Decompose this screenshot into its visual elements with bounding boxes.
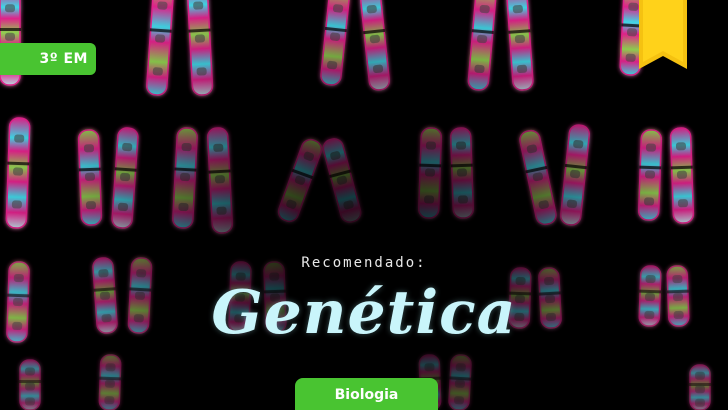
topic-title[interactable]: Genética bbox=[0, 273, 728, 353]
subject-tag[interactable]: Biologia bbox=[295, 378, 438, 410]
chromosome bbox=[506, 0, 534, 91]
lesson-card[interactable]: 3º EM Recomendado: Genética Biologia bbox=[0, 0, 728, 410]
chromosome bbox=[669, 127, 695, 224]
chromosome bbox=[320, 0, 350, 86]
chromosome bbox=[417, 127, 443, 219]
chromosome bbox=[448, 354, 472, 410]
chromosome bbox=[689, 364, 711, 410]
chromosome bbox=[519, 129, 557, 226]
grade-level-badge: 3º EM bbox=[0, 43, 96, 75]
bookmark-icon[interactable] bbox=[639, 0, 687, 69]
chromosome bbox=[637, 129, 663, 221]
chromosome bbox=[5, 117, 31, 229]
chromosome bbox=[359, 0, 391, 91]
chromosome bbox=[172, 127, 198, 229]
chromosome bbox=[277, 138, 323, 223]
chromosome bbox=[146, 0, 174, 96]
chromosome bbox=[449, 127, 475, 219]
chromosome bbox=[19, 359, 41, 410]
chromosome bbox=[206, 127, 234, 234]
chromosome bbox=[111, 127, 139, 229]
chromosome bbox=[322, 138, 362, 223]
chromosome bbox=[77, 129, 103, 226]
chromosome bbox=[186, 0, 214, 96]
recommended-label: Recomendado: bbox=[301, 255, 427, 271]
chromosome bbox=[467, 0, 497, 91]
chromosome bbox=[98, 354, 122, 410]
chromosome bbox=[559, 124, 591, 226]
